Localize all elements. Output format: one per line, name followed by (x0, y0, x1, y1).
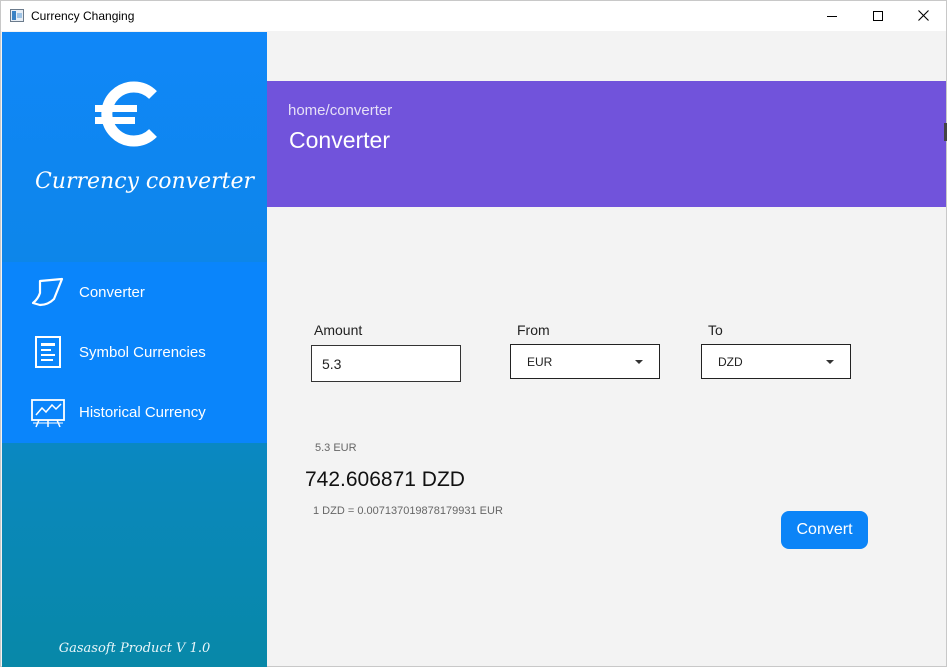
app-icon (10, 9, 24, 22)
from-currency-value: EUR (527, 355, 553, 369)
close-button[interactable] (900, 1, 946, 31)
sidebar-item-historical-currency[interactable]: Historical Currency (2, 382, 267, 442)
minimize-icon (827, 16, 837, 17)
sidebar-item-symbol-currencies[interactable]: Symbol Currencies (2, 322, 267, 382)
chevron-down-icon (635, 360, 643, 364)
chart-board-icon (31, 399, 65, 428)
app-name: Currency converter (34, 169, 255, 194)
convert-button[interactable]: Convert (781, 511, 868, 549)
footer-credit: Gasasoft Product V 1.0 (58, 641, 211, 656)
note-icon (31, 277, 64, 307)
to-label: To (708, 322, 723, 338)
to-currency-value: DZD (718, 355, 743, 369)
sidebar-nav: Converter Symbol Currencies Historical C… (2, 262, 267, 443)
minimize-button[interactable] (808, 1, 854, 31)
conversion-result: 742.606871 DZD (305, 468, 465, 491)
page-title: Converter (289, 127, 390, 153)
source-amount: 5.3 EUR (315, 442, 357, 454)
amount-input[interactable] (311, 345, 461, 382)
maximize-icon (873, 11, 883, 21)
euro-logo-icon (95, 81, 157, 147)
to-currency-select[interactable]: DZD (701, 344, 851, 379)
sidebar-item-converter[interactable]: Converter (2, 262, 267, 322)
sidebar-item-label: Historical Currency (79, 404, 206, 421)
maximize-button[interactable] (854, 1, 900, 31)
exchange-rate: 1 DZD = 0.007137019878179931 EUR (313, 505, 503, 517)
chevron-down-icon (826, 360, 834, 364)
breadcrumb: home/converter (288, 102, 393, 119)
from-label: From (517, 322, 550, 338)
sidebar-item-label: Converter (79, 284, 145, 301)
sidebar-item-label: Symbol Currencies (79, 344, 206, 361)
window-title: Currency Changing (31, 9, 135, 23)
from-currency-select[interactable]: EUR (510, 344, 660, 379)
document-icon (35, 336, 61, 368)
page-header: home/converter Converter (267, 81, 946, 207)
amount-label: Amount (314, 322, 363, 338)
app-window: Currency Changing Currency converter Con… (0, 0, 947, 667)
sidebar: Currency converter Converter Symbol Curr… (2, 32, 267, 667)
title-bar[interactable]: Currency Changing (1, 1, 946, 31)
close-icon (918, 10, 929, 21)
